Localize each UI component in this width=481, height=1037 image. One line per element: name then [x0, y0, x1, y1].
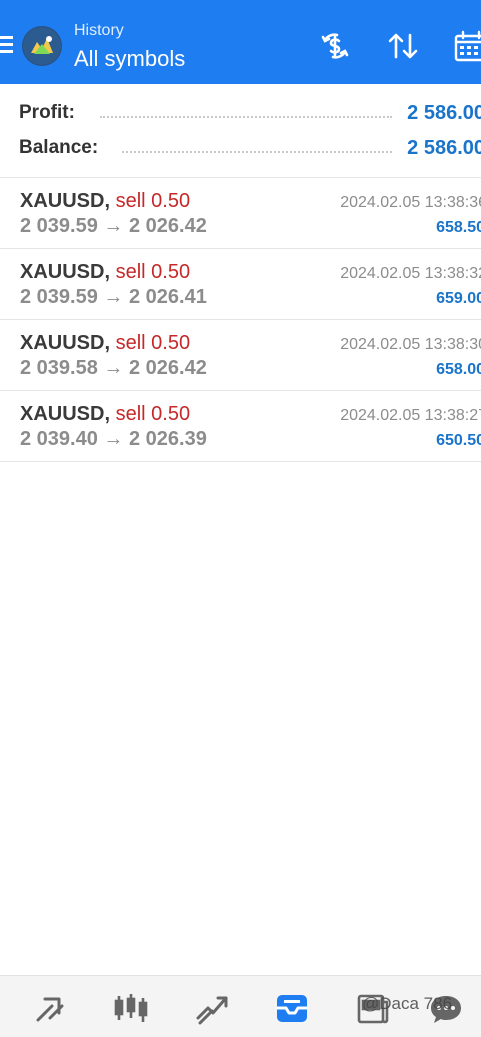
header-title[interactable]: All symbols [74, 46, 185, 72]
history-icon[interactable] [274, 990, 310, 1026]
history-summary: Profit: 2 586.00 Balance: 2 586.00 [0, 84, 481, 178]
menu-icon[interactable] [0, 36, 14, 54]
trade-profit: 650.50 [436, 432, 481, 449]
balance-row: Balance: 2 586.00 [0, 133, 481, 163]
trade-profit: 658.50 [436, 219, 481, 236]
trade-symbol: XAUUSD, sell 0.50 [20, 261, 191, 283]
trade-list: XAUUSD, sell 0.50 2 039.59 → 2 026.42 20… [0, 178, 481, 462]
trade-symbol: XAUUSD, sell 0.50 [20, 190, 191, 212]
balance-leader-dots [122, 151, 392, 153]
trade-prices: 2 039.40 → 2 026.39 [20, 428, 207, 450]
profit-value: 2 586.00 [407, 102, 481, 124]
trade-prices: 2 039.59 → 2 026.41 [20, 286, 207, 308]
trade-symbol: XAUUSD, sell 0.50 [20, 403, 191, 425]
watermark-text: @Daca 786 [362, 994, 453, 1013]
balance-value: 2 586.00 [407, 137, 481, 159]
top-app-bar: History All symbols [0, 0, 481, 84]
profit-leader-dots [100, 116, 392, 118]
trade-profit: 659.00 [436, 290, 481, 307]
trade-time: 2024.02.05 13:38:30 [340, 336, 481, 353]
header-subtitle: History [74, 22, 124, 39]
trade-time: 2024.02.05 13:38:36 [340, 194, 481, 211]
app-logo [22, 26, 62, 66]
profit-label: Profit: [19, 102, 75, 123]
trade-profit: 658.00 [436, 361, 481, 378]
trade-row[interactable]: XAUUSD, sell 0.50 2 039.40 → 2 026.39 20… [0, 391, 481, 462]
sort-icon[interactable] [385, 28, 421, 64]
trade-row[interactable]: XAUUSD, sell 0.50 2 039.59 → 2 026.42 20… [0, 178, 481, 249]
trade-row[interactable]: XAUUSD, sell 0.50 2 039.58 → 2 026.42 20… [0, 320, 481, 391]
chart-icon[interactable] [113, 990, 149, 1026]
profit-row: Profit: 2 586.00 [0, 98, 481, 128]
trade-prices: 2 039.58 → 2 026.42 [20, 357, 207, 379]
balance-label: Balance: [19, 137, 99, 158]
trade-side: sell 0.50 [115, 332, 191, 354]
trade-side: sell 0.50 [115, 261, 191, 283]
bottom-navigation: @Daca 786 [0, 975, 481, 1037]
trade-side: sell 0.50 [115, 190, 191, 212]
trade-time: 2024.02.05 13:38:27 [340, 407, 481, 424]
trade-icon[interactable] [194, 990, 230, 1026]
quotes-icon[interactable] [32, 990, 68, 1026]
trade-time: 2024.02.05 13:38:32 [340, 265, 481, 282]
trade-row[interactable]: XAUUSD, sell 0.50 2 039.59 → 2 026.41 20… [0, 249, 481, 320]
trade-prices: 2 039.59 → 2 026.42 [20, 215, 207, 237]
trade-symbol: XAUUSD, sell 0.50 [20, 332, 191, 354]
calendar-icon[interactable] [453, 28, 481, 64]
trade-side: sell 0.50 [115, 403, 191, 425]
deposit-icon[interactable] [317, 28, 353, 64]
